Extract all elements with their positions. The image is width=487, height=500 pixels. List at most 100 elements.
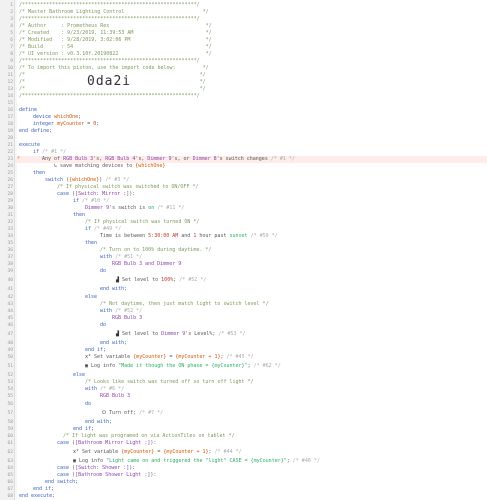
level-icon: ▟ xyxy=(116,331,120,337)
end-if: end if; xyxy=(73,426,95,432)
with-devices[interactable]: RGB Bulb 3 xyxy=(100,393,130,400)
line-number: 44 xyxy=(7,309,13,314)
with-devices[interactable]: RGB Bulb 3 xyxy=(112,315,142,322)
line-number: 23 xyxy=(7,157,13,162)
line-number: 11 xyxy=(7,73,13,78)
line-number: 30 xyxy=(7,206,13,211)
log-action[interactable]: ▣ Log info "Light came on and triggered … xyxy=(73,458,320,465)
header-line: /* Build : 54 */ xyxy=(19,44,212,50)
if-statement[interactable]: if /* #49 */ xyxy=(85,226,121,233)
line-number: 67 xyxy=(7,487,13,492)
with-statement[interactable]: with /* #52 */ xyxy=(100,308,142,315)
turn-off-action[interactable]: ⏻ Turn off; /* #7 */ xyxy=(102,410,163,417)
line-number: 66 xyxy=(7,480,13,485)
line-number: 57 xyxy=(7,411,13,416)
case-mirror-light[interactable]: case ([Bathroom Mirror Light :]): xyxy=(57,440,156,447)
do-keyword: do xyxy=(85,401,92,407)
do-keyword: do xyxy=(100,322,107,328)
end-with: end with; xyxy=(85,419,113,425)
line-number: 14 xyxy=(7,94,13,99)
line-number: 29 xyxy=(7,199,13,204)
line-number: 24 xyxy=(7,164,13,169)
time-condition[interactable]: Time is between 5:30:00 AM and 1 hour pa… xyxy=(100,233,278,240)
line-number: 25 xyxy=(7,171,13,176)
end-with: end with; xyxy=(100,340,128,346)
define-keyword[interactable]: define xyxy=(19,107,37,114)
line-number: 21 xyxy=(7,143,13,148)
log-icon: ▣ xyxy=(73,458,77,464)
execute-keyword: execute xyxy=(19,142,41,148)
log-action[interactable]: ▣ Log info "Made it though the ON phase … xyxy=(85,363,281,370)
line-number: 3 xyxy=(10,17,13,22)
case-shower-light[interactable]: case ([Bathroom Shower Light :]): xyxy=(57,472,156,479)
header-line: /***************************************… xyxy=(19,58,200,64)
header-line: /* Author : Prometheus Rex */ xyxy=(19,23,212,29)
end-if: end if; xyxy=(85,347,107,353)
case-mirror[interactable]: case ([Switch: Mirror :]): xyxy=(57,191,135,198)
trigger-indicator-icon: ⚡ xyxy=(17,155,21,161)
line-number: 61 xyxy=(7,441,13,446)
line-number: 28 xyxy=(7,192,13,197)
device-declaration[interactable]: device whichOne; xyxy=(33,114,81,121)
comment: /* Turn on to 100% during daytime. */ xyxy=(100,247,212,253)
line-number: 41 xyxy=(7,287,13,292)
line-number: 31 xyxy=(7,213,13,218)
do-keyword: do xyxy=(100,268,107,274)
header-line: /* UI version : v0.3.10f.20190822 */ xyxy=(19,51,212,57)
line-number: 27 xyxy=(7,185,13,190)
case-shower[interactable]: case ([Switch: Shower :]): xyxy=(57,465,135,472)
line-number: 15 xyxy=(7,101,13,106)
line-number: 10 xyxy=(7,66,13,71)
trigger-condition[interactable]: Any of RGB Bulb 3's, RGB Bulb 4's, Dimme… xyxy=(15,156,487,163)
line-number: 12 xyxy=(7,80,13,85)
line-number: 48 xyxy=(7,341,13,346)
line-number: 63 xyxy=(7,459,13,464)
header-line: /***************************************… xyxy=(19,2,200,8)
piston-code-editor: 1 2 3 4 5 6 7 8 9 10 11 12 13 14 15 16 17 18 19 20 21 22 23 24 2… xyxy=(0,0,487,500)
condition[interactable]: Dimmer 9's switch is on /* #11 */ xyxy=(85,205,184,212)
header-line: /***************************************… xyxy=(19,93,200,99)
save-devices-clause[interactable]: ↳ save matching devices to {whichOne} xyxy=(54,163,165,170)
set-level-action[interactable]: ▟ Set level to Dimmer 9's Level%; /* #53… xyxy=(116,331,245,338)
integer-declaration[interactable]: integer myCounter = 0; xyxy=(33,121,99,128)
set-variable-action[interactable]: x² Set variable {myCounter} = {myCounter… xyxy=(85,354,254,361)
comment: /* Looks like switch was turned off so t… xyxy=(85,379,254,385)
line-number: 47 xyxy=(7,332,13,337)
comment: /* If physical switch was turned ON */ xyxy=(85,219,200,225)
line-number: 62 xyxy=(7,450,13,455)
if-statement[interactable]: if /* #1 */ xyxy=(33,149,66,156)
line-number: 60 xyxy=(7,434,13,439)
level-icon: ▟ xyxy=(116,277,120,283)
set-level-action[interactable]: ▟ Set level to 100%; /* #52 */ xyxy=(116,277,206,284)
with-devices[interactable]: RGB Bulb 3 and Dimmer 9 xyxy=(112,261,181,268)
set-variable-action[interactable]: x² Set variable {myCounter} = {myCounter… xyxy=(73,449,242,456)
line-number: 33 xyxy=(7,227,13,232)
with-statement[interactable]: with /* #51 */ xyxy=(100,254,142,261)
line-number: 2 xyxy=(10,10,13,15)
import-code[interactable]: 0da2i xyxy=(87,74,131,89)
comment: /* If physical switch was switched to ON… xyxy=(57,184,199,190)
line-number: 59 xyxy=(7,427,13,432)
comment: /* Not daytime, then just match light to… xyxy=(100,301,269,307)
line-number: 64 xyxy=(7,466,13,471)
gutter-strip xyxy=(15,0,17,500)
else-keyword: else xyxy=(85,294,98,300)
end-define: end define; xyxy=(19,128,53,134)
save-icon: ↳ xyxy=(54,163,58,169)
end-with: end with; xyxy=(100,286,128,292)
line-number: 46 xyxy=(7,323,13,328)
then-keyword: then xyxy=(85,240,98,246)
line-number: 35 xyxy=(7,241,13,246)
line-number: 43 xyxy=(7,302,13,307)
line-number: 34 xyxy=(7,234,13,239)
line-number: 52 xyxy=(7,373,13,378)
line-number: 38 xyxy=(7,262,13,267)
if-statement[interactable]: if /* #10 */ xyxy=(73,198,109,205)
with-statement[interactable]: with /* #6 */ xyxy=(85,386,124,393)
line-number: 39 xyxy=(7,269,13,274)
line-number: 26 xyxy=(7,178,13,183)
end-if: end if; xyxy=(33,486,55,492)
switch-statement[interactable]: switch ({whichOne}) /* #3 */ xyxy=(45,177,129,184)
line-number: 68 xyxy=(7,494,13,499)
variable-icon: x² xyxy=(85,354,92,360)
